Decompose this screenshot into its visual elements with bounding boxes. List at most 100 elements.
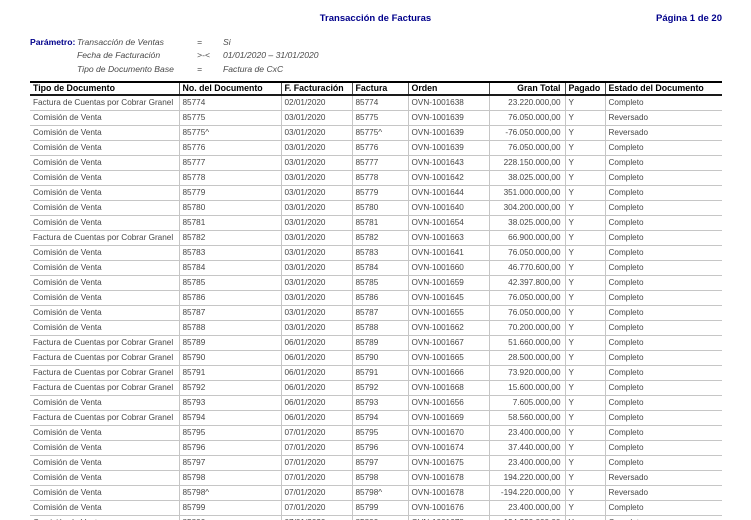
table-row: Comisión de Venta 85797 07/01/2020 85797 OVN… bbox=[30, 455, 722, 471]
cell-orden: OVN-1001675 bbox=[408, 455, 490, 471]
cell-tipo-de-documento: Comisión de Venta bbox=[30, 140, 180, 156]
cell-pagado: Y bbox=[565, 95, 606, 111]
cell-orden: OVN-1001639 bbox=[408, 140, 490, 156]
cell-tipo-de-documento: Comisión de Venta bbox=[30, 260, 180, 276]
cell-estado-del-documento: Completo bbox=[605, 305, 722, 321]
cell-factura: 85777 bbox=[352, 155, 409, 171]
cell-f-facturaci-n: 06/01/2020 bbox=[281, 365, 353, 381]
table-row: Comisión de Venta 85784 03/01/2020 85784 OVN… bbox=[30, 260, 722, 276]
column-header-gran-total: Gran Total bbox=[489, 82, 566, 96]
cell-orden: OVN-1001669 bbox=[408, 410, 490, 426]
cell-f-facturaci-n: 07/01/2020 bbox=[281, 440, 353, 456]
cell-orden: OVN-1001645 bbox=[408, 290, 490, 306]
table-row: Comisión de Venta 85780 03/01/2020 85780 OVN… bbox=[30, 200, 722, 216]
cell-no-del-documento: 85780 bbox=[179, 200, 282, 216]
cell-no-del-documento: 85797 bbox=[179, 455, 282, 471]
cell-no-del-documento: 85798 bbox=[179, 470, 282, 486]
cell-pagado: Y bbox=[565, 140, 606, 156]
cell-no-del-documento: 85799 bbox=[179, 500, 282, 516]
cell-orden: OVN-1001656 bbox=[408, 395, 490, 411]
cell-no-del-documento: 85775^ bbox=[179, 125, 282, 141]
cell-no-del-documento: 85798^ bbox=[179, 485, 282, 501]
parameter-operator: = bbox=[197, 63, 203, 74]
cell-factura: 85785 bbox=[352, 275, 409, 291]
cell-factura: 85775 bbox=[352, 110, 409, 126]
cell-estado-del-documento: Completo bbox=[605, 275, 722, 291]
cell-estado-del-documento: Completo bbox=[605, 425, 722, 441]
cell-f-facturaci-n: 07/01/2020 bbox=[281, 500, 353, 516]
cell-estado-del-documento: Completo bbox=[605, 500, 722, 516]
cell-pagado: Y bbox=[565, 395, 606, 411]
cell-factura: 85797 bbox=[352, 455, 409, 471]
cell-f-facturaci-n: 03/01/2020 bbox=[281, 230, 353, 246]
cell-estado-del-documento: Reversado bbox=[605, 125, 722, 141]
cell-pagado: Y bbox=[565, 290, 606, 306]
cell-no-del-documento: 85787 bbox=[179, 305, 282, 321]
cell-factura: 85792 bbox=[352, 380, 409, 396]
table-row: Factura de Cuentas por Cobrar Granel 8578… bbox=[30, 230, 722, 246]
cell-no-del-documento: 85800 bbox=[179, 515, 282, 520]
cell-factura: 85780 bbox=[352, 200, 409, 216]
table-row: Comisión de Venta 85787 03/01/2020 85787 OVN… bbox=[30, 305, 722, 321]
cell-gran-total: 46.770.600,00 bbox=[489, 260, 566, 276]
cell-tipo-de-documento: Comisión de Venta bbox=[30, 500, 180, 516]
cell-factura: 85800 bbox=[352, 515, 409, 520]
cell-orden: OVN-1001674 bbox=[408, 440, 490, 456]
table-row: Comisión de Venta 85788 03/01/2020 85788 OVN… bbox=[30, 320, 722, 336]
cell-orden: OVN-1001640 bbox=[408, 200, 490, 216]
column-header-orden: Orden bbox=[408, 82, 490, 96]
cell-tipo-de-documento: Comisión de Venta bbox=[30, 245, 180, 261]
cell-factura: 85788 bbox=[352, 320, 409, 336]
cell-orden: OVN-1001668 bbox=[408, 380, 490, 396]
cell-f-facturaci-n: 06/01/2020 bbox=[281, 395, 353, 411]
cell-gran-total: 304.200.000,00 bbox=[489, 200, 566, 216]
cell-no-del-documento: 85781 bbox=[179, 215, 282, 231]
cell-gran-total: 194.220.000,00 bbox=[489, 470, 566, 486]
cell-f-facturaci-n: 06/01/2020 bbox=[281, 335, 353, 351]
table-row: Comisión de Venta 85783 03/01/2020 85783 OVN… bbox=[30, 245, 722, 261]
cell-gran-total: 23.400.000,00 bbox=[489, 425, 566, 441]
cell-factura: 85789 bbox=[352, 335, 409, 351]
parameter-name: Tipo de Documento Base bbox=[77, 63, 174, 74]
cell-no-del-documento: 85784 bbox=[179, 260, 282, 276]
table-row: Comisión de Venta 85776 03/01/2020 85776 OVN… bbox=[30, 140, 722, 156]
cell-orden: OVN-1001639 bbox=[408, 125, 490, 141]
table-body: Factura de Cuentas por Cobrar Granel 8577… bbox=[30, 95, 722, 520]
cell-pagado: Y bbox=[565, 410, 606, 426]
cell-tipo-de-documento: Comisión de Venta bbox=[30, 290, 180, 306]
cell-estado-del-documento: Completo bbox=[605, 290, 722, 306]
cell-orden: OVN-1001676 bbox=[408, 500, 490, 516]
cell-factura: 85779 bbox=[352, 185, 409, 201]
cell-pagado: Y bbox=[565, 125, 606, 141]
cell-gran-total: 7.605.000,00 bbox=[489, 395, 566, 411]
cell-tipo-de-documento: Comisión de Venta bbox=[30, 425, 180, 441]
cell-no-del-documento: 85779 bbox=[179, 185, 282, 201]
cell-estado-del-documento: Completo bbox=[605, 440, 722, 456]
cell-factura: 85776 bbox=[352, 140, 409, 156]
cell-f-facturaci-n: 03/01/2020 bbox=[281, 215, 353, 231]
cell-no-del-documento: 85774 bbox=[179, 95, 282, 111]
cell-estado-del-documento: Completo bbox=[605, 230, 722, 246]
cell-estado-del-documento: Completo bbox=[605, 395, 722, 411]
cell-factura: 85796 bbox=[352, 440, 409, 456]
cell-estado-del-documento: Completo bbox=[605, 365, 722, 381]
parameter-row: Fecha de Facturación >-< 01/01/2020 – 31… bbox=[30, 50, 510, 63]
cell-orden: OVN-1001670 bbox=[408, 425, 490, 441]
cell-tipo-de-documento: Factura de Cuentas por Cobrar Granel bbox=[30, 95, 180, 111]
cell-estado-del-documento: Completo bbox=[605, 140, 722, 156]
table-row: Comisión de Venta 85796 07/01/2020 85796 OVN… bbox=[30, 440, 722, 456]
cell-tipo-de-documento: Comisión de Venta bbox=[30, 320, 180, 336]
cell-no-del-documento: 85796 bbox=[179, 440, 282, 456]
cell-factura: 85794 bbox=[352, 410, 409, 426]
invoice-table-wrapper: Tipo de Documento No. del Documento F. Fac… bbox=[30, 81, 722, 520]
cell-gran-total: 58.560.000,00 bbox=[489, 410, 566, 426]
cell-gran-total: -76.050.000,00 bbox=[489, 125, 566, 141]
cell-f-facturaci-n: 03/01/2020 bbox=[281, 170, 353, 186]
cell-tipo-de-documento: Factura de Cuentas por Cobrar Granel bbox=[30, 230, 180, 246]
cell-f-facturaci-n: 03/01/2020 bbox=[281, 200, 353, 216]
cell-factura: 85774 bbox=[352, 95, 409, 111]
cell-estado-del-documento: Completo bbox=[605, 215, 722, 231]
cell-f-facturaci-n: 03/01/2020 bbox=[281, 290, 353, 306]
cell-pagado: Y bbox=[565, 260, 606, 276]
cell-estado-del-documento: Completo bbox=[605, 95, 722, 111]
